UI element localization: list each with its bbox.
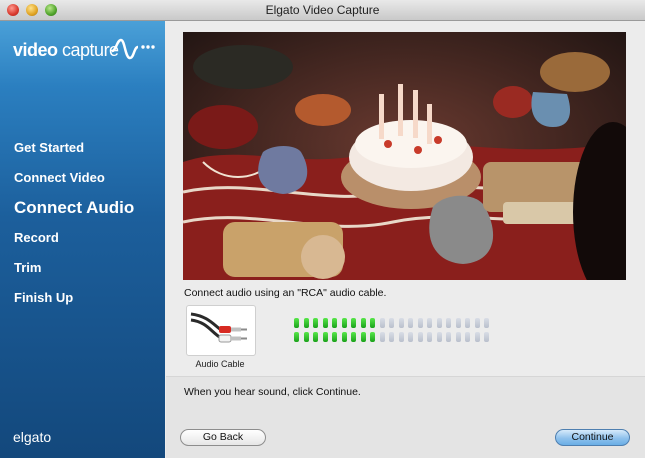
meter-segment-unlit [427,332,432,342]
meter-segment-unlit [446,318,451,328]
meter-segment-lit [351,318,356,328]
nav-trim[interactable]: Trim [14,258,134,288]
brand-logo: elgato [13,429,52,445]
audio-level-meter [294,318,489,346]
meter-segment-unlit [389,332,394,342]
sidebar: video capture Get Started Connect Video … [0,21,165,458]
title-bar: Elgato Video Capture [0,0,645,21]
meter-segment-unlit [465,318,470,328]
audio-cable-label: Audio Cable [195,359,245,369]
meter-segment-lit [332,318,337,328]
main-panel: Connect audio using an "RCA" audio cable… [166,21,645,458]
video-preview [183,32,626,280]
meter-segment-unlit [465,332,470,342]
meter-segment-lit [322,332,328,342]
signal-wave-icon [111,38,155,60]
meter-segment-lit [370,318,375,328]
continue-hint: When you hear sound, click Continue. [184,386,361,398]
meter-segment-lit [370,332,375,342]
go-back-button[interactable]: Go Back [180,429,266,446]
meter-segment-lit [294,332,299,342]
window-title: Elgato Video Capture [265,3,380,17]
meter-segment-unlit [398,332,404,342]
rca-cable-icon [190,312,247,343]
meter-segment-lit [351,332,356,342]
meter-segment-unlit [436,318,442,328]
step-nav: Get Started Connect Video Connect Audio … [14,138,134,318]
app-window: Elgato Video Capture video capture Get S… [0,0,645,458]
meter-segment-unlit [446,332,451,342]
nav-get-started[interactable]: Get Started [14,138,134,168]
meter-segment-lit [341,318,347,328]
nav-connect-video[interactable]: Connect Video [14,168,134,198]
bottom-bar: When you hear sound, click Continue. Go … [166,376,645,458]
meter-segment-unlit [455,332,461,342]
nav-connect-audio[interactable]: Connect Audio [14,198,134,228]
meter-segment-unlit [408,318,413,328]
meter-segment-lit [332,332,337,342]
nav-finish-up[interactable]: Finish Up [14,288,134,318]
meter-segment-lit [322,318,328,328]
meter-row-right [294,332,489,342]
meter-segment-lit [294,318,299,328]
meter-segment-unlit [417,332,423,342]
meter-segment-unlit [379,318,385,328]
meter-segment-lit [303,318,309,328]
meter-segment-lit [303,332,309,342]
meter-segment-unlit [379,332,385,342]
meter-segment-unlit [427,318,432,328]
meter-segment-unlit [474,332,480,342]
logo-bold: video [13,40,58,60]
meter-row-left [294,318,489,328]
meter-segment-lit [360,318,366,328]
meter-segment-unlit [436,332,442,342]
meter-segment-unlit [398,318,404,328]
meter-segment-unlit [484,332,489,342]
meter-segment-lit [313,318,318,328]
meter-segment-unlit [474,318,480,328]
continue-button[interactable]: Continue [555,429,630,446]
meter-segment-lit [341,332,347,342]
meter-segment-unlit [455,318,461,328]
audio-instruction: Connect audio using an "RCA" audio cable… [184,287,387,299]
app-logo: video capture [13,40,119,61]
meter-segment-unlit [408,332,413,342]
meter-segment-lit [313,332,318,342]
meter-segment-lit [360,332,366,342]
meter-segment-unlit [389,318,394,328]
meter-segment-unlit [417,318,423,328]
meter-segment-unlit [484,318,489,328]
audio-cable-button[interactable] [186,305,256,356]
nav-record[interactable]: Record [14,228,134,258]
